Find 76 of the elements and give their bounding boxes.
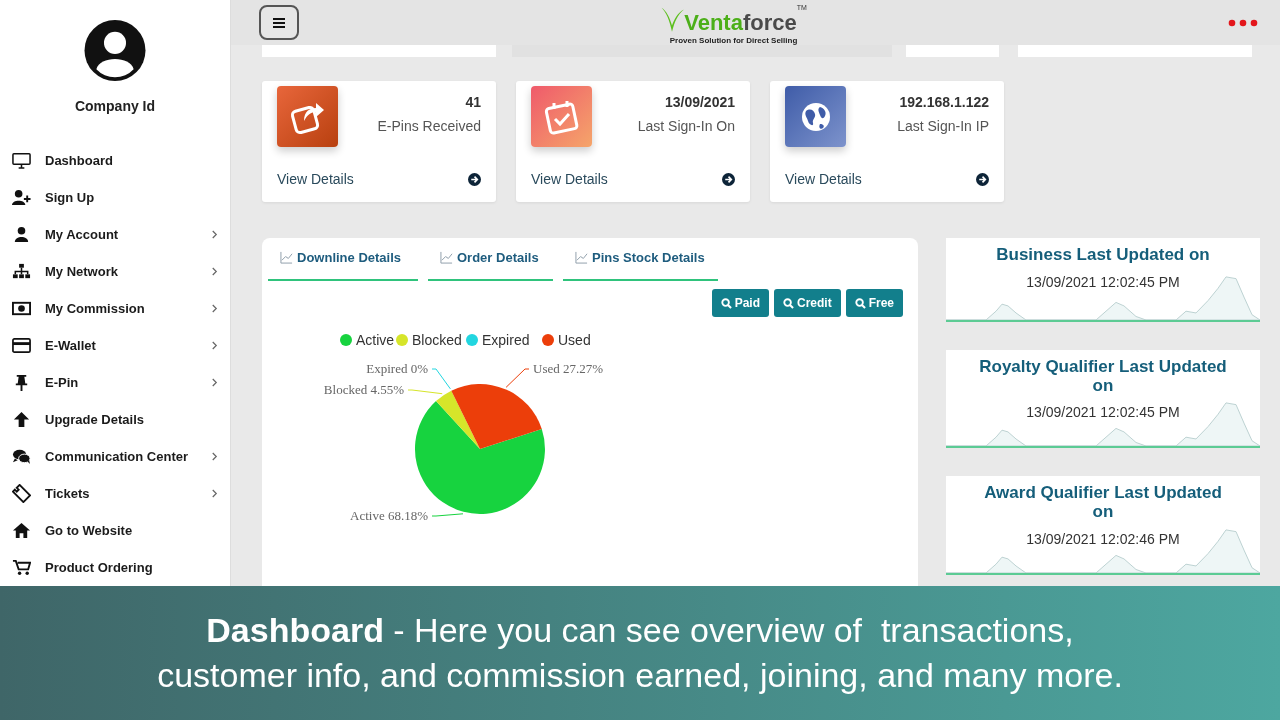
- arrow-up-icon: [12, 410, 31, 429]
- filter-button[interactable]: Paid: [711, 289, 769, 317]
- filter-button[interactable]: Credit: [773, 289, 841, 317]
- sidebar-item[interactable]: My Network: [0, 253, 230, 290]
- menu-icon: [273, 17, 285, 28]
- view-details-link[interactable]: View Details: [531, 171, 608, 187]
- card-title: Business Last Updated on: [995, 246, 1211, 265]
- legend-item[interactable]: Used: [542, 332, 591, 348]
- card-title: Award Qualifier Last Updated on: [983, 484, 1223, 522]
- arrow-circle-icon[interactable]: [468, 172, 481, 186]
- monitor-icon: [12, 151, 31, 170]
- timestamp: 13/09/2021 12:02:46 PM: [1026, 530, 1180, 547]
- card-icon: [12, 336, 31, 355]
- data-label: Blocked 4.55%: [323, 382, 404, 397]
- filter-button[interactable]: Free: [845, 289, 903, 317]
- caption-text: customer info, and commission earned, joining, and many more.: [157, 657, 1123, 695]
- card-title: Royalty Qualifier Last Updated on: [978, 358, 1228, 396]
- sidebar-item[interactable]: Upgrade Details: [0, 401, 230, 438]
- legend-label: Blocked: [412, 332, 462, 348]
- sidebar-item[interactable]: My Account: [0, 216, 230, 253]
- sidebar-item[interactable]: My Commission: [0, 290, 230, 327]
- legend-label: Used: [558, 332, 591, 348]
- data-label: Expired 0%: [366, 361, 428, 376]
- leader-line: [505, 368, 530, 388]
- sidebar-item[interactable]: Sign Up: [0, 179, 230, 216]
- view-details-link[interactable]: View Details: [277, 171, 354, 187]
- tab[interactable]: Downline Details: [268, 238, 418, 281]
- line-chart-icon: [440, 251, 453, 264]
- caption-text: Dashboard - Here you can see overview of transactions,: [206, 611, 1074, 649]
- stat-value: 41: [465, 94, 481, 110]
- leader-line: [431, 513, 464, 517]
- stat-label: Last Sign-In On: [637, 118, 735, 134]
- line-chart-icon: [280, 251, 293, 264]
- legend-item[interactable]: Active: [340, 332, 395, 348]
- stat-label: Last Sign-In IP: [897, 118, 989, 134]
- globe-icon: [785, 86, 846, 147]
- cart-icon: [12, 558, 31, 577]
- sidebar-item[interactable]: Dashboard: [0, 142, 230, 179]
- timestamp: 13/09/2021 12:02:45 PM: [1026, 273, 1180, 290]
- share-icon: [277, 86, 338, 147]
- network-icon: [12, 262, 31, 281]
- data-label: Used 27.27%: [533, 361, 604, 376]
- arrow-circle-icon[interactable]: [722, 172, 735, 186]
- view-details-link[interactable]: View Details: [785, 171, 862, 187]
- legend-item[interactable]: Expired: [466, 332, 530, 348]
- arrow-circle-icon[interactable]: [976, 172, 989, 186]
- timestamp: 13/09/2021 12:02:45 PM: [1026, 404, 1180, 421]
- sidebar-item[interactable]: Tickets: [0, 475, 230, 512]
- legend-label: Active: [356, 332, 395, 348]
- chat-icon: [12, 447, 31, 466]
- tab[interactable]: Order Details: [428, 238, 553, 281]
- money-icon: [12, 299, 31, 318]
- sidebar-item[interactable]: Product Ordering: [0, 549, 230, 586]
- stat-value: 192.168.1.122: [899, 94, 989, 110]
- legend-item[interactable]: Blocked: [396, 332, 462, 348]
- home-icon: [12, 521, 31, 540]
- menu-button[interactable]: [259, 5, 299, 40]
- ticket-icon: [12, 484, 31, 503]
- tab[interactable]: Pins Stock Details: [563, 238, 718, 281]
- data-label: Active 68.18%: [350, 508, 428, 523]
- sidebar-item[interactable]: E-Wallet: [0, 327, 230, 364]
- sidebar-item[interactable]: Go to Website: [0, 512, 230, 549]
- user-icon: [12, 225, 31, 244]
- legend-label: Expired: [482, 332, 530, 348]
- search-icon: [782, 297, 794, 309]
- more-icon[interactable]: [1228, 18, 1258, 27]
- search-icon: [854, 297, 866, 309]
- calendar-icon: [531, 86, 592, 147]
- sidebar-item[interactable]: Communication Center: [0, 438, 230, 475]
- user-plus-icon: [12, 188, 31, 207]
- line-chart-icon: [575, 251, 588, 264]
- profile-label: Company Id: [74, 98, 156, 114]
- stat-label: E-Pins Received: [377, 118, 481, 134]
- sidebar-item[interactable]: E-Pin: [0, 364, 230, 401]
- stat-value: 13/09/2021: [664, 94, 735, 110]
- search-icon: [720, 297, 732, 309]
